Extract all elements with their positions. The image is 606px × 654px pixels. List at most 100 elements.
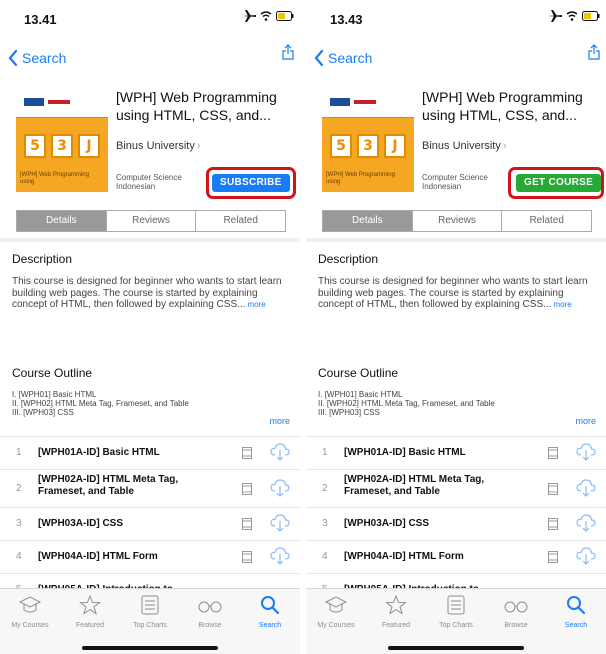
back-button[interactable]: Search (8, 50, 66, 66)
lesson-row[interactable]: 2 [WPH02A-ID] HTML Meta Tag, Frameset, a… (0, 469, 300, 507)
lesson-row[interactable]: 2 [WPH02A-ID] HTML Meta Tag, Frameset, a… (306, 469, 606, 507)
highlight-ring (206, 167, 296, 199)
segmented-control: Details Reviews Related (322, 210, 592, 232)
provider-name: Binus University (116, 140, 195, 152)
outline-more-link[interactable]: more (575, 416, 596, 426)
outline-heading: Course Outline (318, 366, 399, 380)
tab-featured[interactable]: Featured (60, 589, 120, 654)
battery-icon (276, 11, 294, 21)
back-label: Search (22, 50, 67, 66)
screen-subscribe: 13.41 Search 5 3 J [WPH] Web Programming… (0, 0, 300, 654)
segmented-control: Details Reviews Related (16, 210, 286, 232)
description-text: This course is designed for beginner who… (318, 276, 588, 311)
js-badge-icon: J (384, 134, 406, 158)
navigation-bar: Search (0, 40, 300, 80)
tab-top-charts[interactable]: Top Charts (426, 589, 486, 654)
outline-item: III. [WPH03] CSS (12, 408, 74, 417)
list-icon (141, 595, 159, 615)
course-title: [WPH] Web Programming using HTML, CSS, a… (116, 89, 277, 123)
chevron-left-icon (314, 50, 324, 66)
film-icon (548, 518, 558, 530)
home-indicator (82, 646, 218, 650)
share-icon (588, 44, 600, 60)
lesson-list: 1 [WPH01A-ID] Basic HTML 2 [WPH02A-ID] H… (0, 436, 300, 606)
search-icon (261, 596, 280, 615)
film-icon (548, 483, 558, 495)
film-icon (242, 551, 252, 563)
glasses-icon (198, 601, 222, 613)
tab-search[interactable]: Search (240, 589, 300, 654)
cover-caption: [WPH] Web Programming using (326, 172, 395, 185)
outline-heading: Course Outline (12, 366, 93, 380)
tab-browse[interactable]: Browse (486, 589, 546, 654)
lesson-row[interactable]: 4 [WPH04A-ID] HTML Form (306, 540, 606, 573)
tab-top-charts[interactable]: Top Charts (120, 589, 180, 654)
course-category: Computer Science Indonesian (422, 173, 488, 191)
tab-related[interactable]: Related (502, 211, 591, 231)
tab-my-courses[interactable]: My Courses (306, 589, 366, 654)
css3-badge-icon: 3 (51, 134, 73, 158)
description-text: This course is designed for beginner who… (12, 276, 282, 311)
back-button[interactable]: Search (314, 50, 372, 66)
tab-my-courses[interactable]: My Courses (0, 589, 60, 654)
outline-more-link[interactable]: more (269, 416, 290, 426)
chevron-left-icon (8, 50, 18, 66)
film-icon (242, 483, 252, 495)
outline-list: I. [WPH01] Basic HTML II. [WPH02] HTML M… (318, 390, 578, 417)
highlight-ring (508, 167, 604, 199)
lesson-row[interactable]: 3 [WPH03A-ID] CSS (0, 507, 300, 540)
tab-reviews[interactable]: Reviews (413, 211, 503, 231)
outline-item: III. [WPH03] CSS (318, 408, 380, 417)
screen-get-course: 13.43 Search 5 3 J [WPH] Web Programming… (306, 0, 606, 654)
outline-item: I. [WPH01] Basic HTML (12, 390, 97, 399)
film-icon (242, 518, 252, 530)
star-icon (385, 594, 407, 615)
share-icon (282, 44, 294, 60)
share-button[interactable] (588, 44, 600, 65)
css3-badge-icon: 3 (357, 134, 379, 158)
tab-featured[interactable]: Featured (366, 589, 426, 654)
outline-item: II. [WPH02] HTML Meta Tag, Frameset, and… (318, 399, 495, 408)
provider-link[interactable]: Binus University › (116, 140, 201, 152)
tab-bar: My Courses Featured Top Charts Browse Se… (306, 588, 606, 654)
wifi-icon (260, 11, 272, 21)
wifi-icon (566, 11, 578, 21)
cloud-download-icon[interactable] (576, 479, 596, 497)
lesson-row[interactable]: 1 [WPH01A-ID] Basic HTML (306, 436, 606, 469)
course-title: [WPH] Web Programming using HTML, CSS, a… (422, 89, 583, 123)
provider-link[interactable]: Binus University › (422, 140, 507, 152)
status-time: 13.43 (330, 12, 363, 27)
share-button[interactable] (282, 44, 294, 65)
cloud-download-icon[interactable] (576, 443, 596, 461)
description-more-link[interactable]: more (247, 300, 265, 309)
lesson-row[interactable]: 1 [WPH01A-ID] Basic HTML (0, 436, 300, 469)
tab-browse[interactable]: Browse (180, 589, 240, 654)
tab-search[interactable]: Search (546, 589, 606, 654)
course-cover-image: 5 3 J [WPH] Web Programming using (322, 88, 414, 192)
cloud-download-icon[interactable] (270, 443, 290, 461)
tab-details[interactable]: Details (323, 211, 413, 231)
tab-related[interactable]: Related (196, 211, 285, 231)
cloud-download-icon[interactable] (270, 547, 290, 565)
status-time: 13.41 (24, 12, 57, 27)
cloud-download-icon[interactable] (576, 514, 596, 532)
cloud-download-icon[interactable] (270, 479, 290, 497)
provider-name: Binus University (422, 140, 501, 152)
outline-item: I. [WPH01] Basic HTML (318, 390, 403, 399)
glasses-icon (504, 601, 528, 613)
back-label: Search (328, 50, 373, 66)
graduation-cap-icon (324, 596, 348, 613)
lesson-row[interactable]: 4 [WPH04A-ID] HTML Form (0, 540, 300, 573)
cloud-download-icon[interactable] (576, 547, 596, 565)
description-more-link[interactable]: more (553, 300, 571, 309)
home-indicator (388, 646, 524, 650)
js-badge-icon: J (78, 134, 100, 158)
course-cover-image: 5 3 J [WPH] Web Programming using (16, 88, 108, 192)
tab-reviews[interactable]: Reviews (107, 211, 197, 231)
lesson-row[interactable]: 3 [WPH03A-ID] CSS (306, 507, 606, 540)
cloud-download-icon[interactable] (270, 514, 290, 532)
tab-details[interactable]: Details (17, 211, 107, 231)
status-icons (548, 10, 600, 22)
description-heading: Description (12, 252, 73, 266)
status-icons (242, 10, 294, 22)
